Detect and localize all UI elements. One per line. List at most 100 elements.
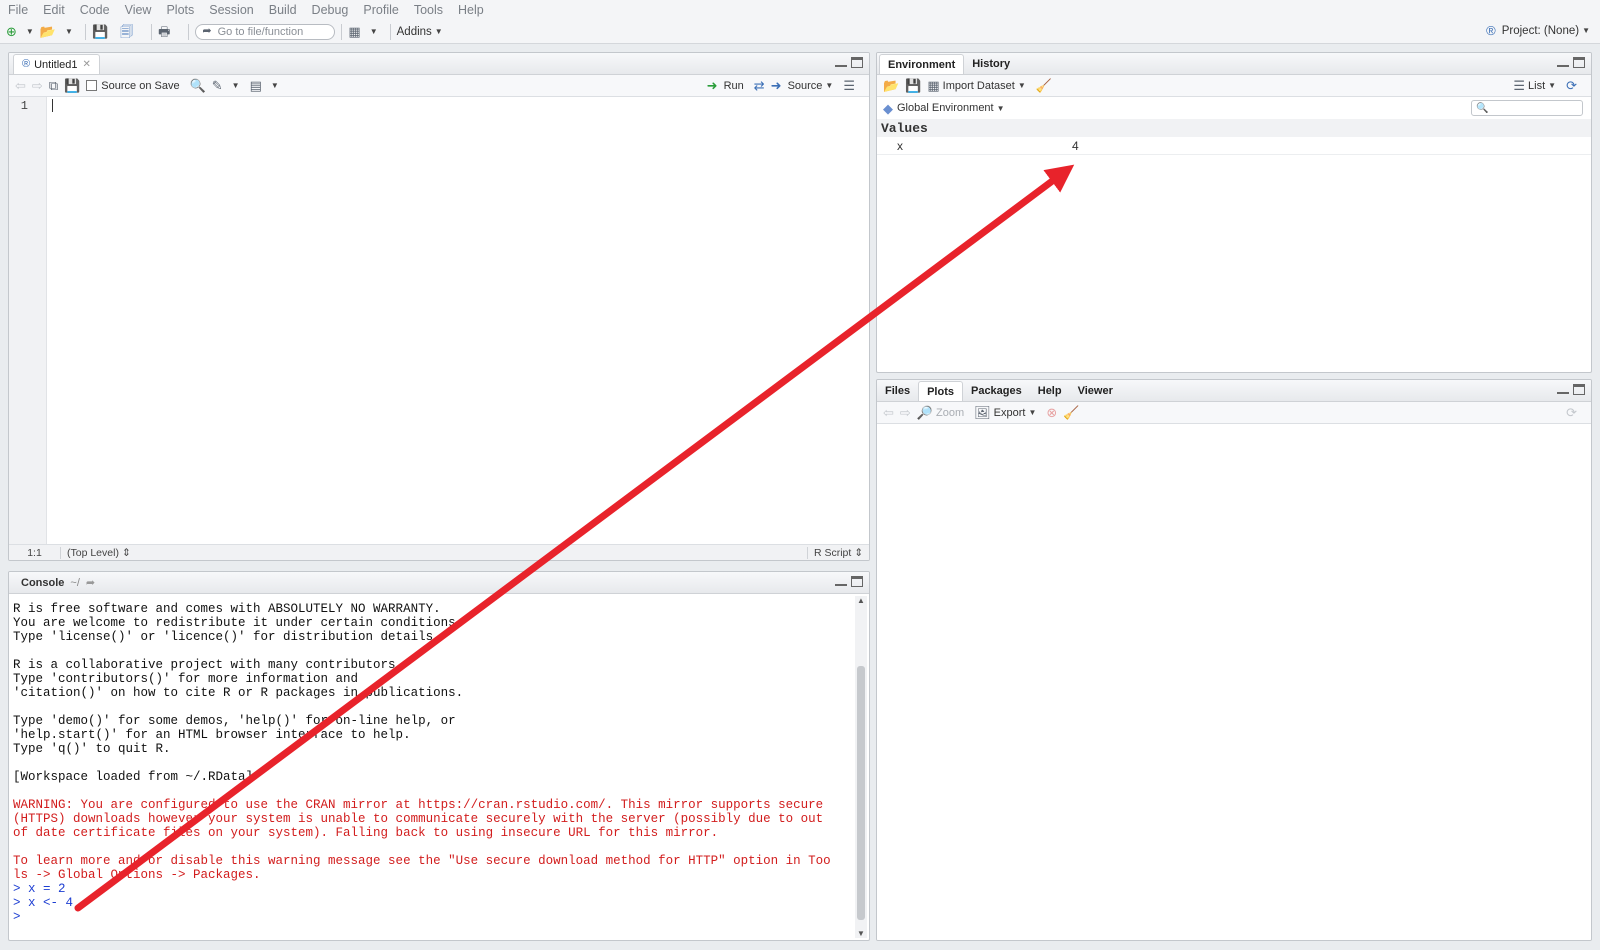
tab-history[interactable]: History (964, 54, 1018, 74)
show-in-window-icon[interactable]: ⧉ (49, 79, 58, 92)
search-icon[interactable]: 🔍 (190, 79, 206, 92)
chevron-down-icon: ▼ (996, 103, 1005, 113)
back-arrow-icon[interactable]: ⇦ (15, 79, 26, 92)
menu-session[interactable]: Session (209, 3, 253, 17)
run-button[interactable]: ➜ Run (707, 79, 744, 92)
global-environment-selector[interactable]: ◆ Global Environment ▼ (883, 102, 1005, 115)
remove-plot-icon[interactable]: ⊗ (1046, 406, 1057, 419)
maximize-pane-button[interactable] (1573, 384, 1585, 395)
go-to-directory-icon[interactable]: ➦ (86, 576, 95, 589)
refresh-icon[interactable]: ⟳ (1566, 79, 1577, 92)
menu-plots[interactable]: Plots (166, 3, 194, 17)
console-output-line: Type 'license()' or 'licence()' for dist… (13, 630, 441, 644)
maximize-pane-button[interactable] (851, 57, 863, 68)
tab-files[interactable]: Files (877, 381, 918, 401)
forward-arrow-icon[interactable]: ⇨ (32, 79, 43, 92)
variable-value: 4 (1072, 138, 1079, 153)
rerun-icon[interactable]: ⇄ (754, 79, 765, 92)
menu-profile[interactable]: Profile (363, 3, 398, 17)
chevron-down-icon: ▼ (1017, 81, 1026, 90)
import-dataset-button[interactable]: ▦ Import Dataset ▼ (927, 79, 1025, 92)
source-on-save-checkbox[interactable]: Source on Save (86, 80, 180, 92)
console-tab[interactable]: Console (21, 577, 64, 589)
console-warning-line: ls -> Global Options -> Packages. (13, 868, 261, 882)
refresh-icon[interactable]: ⟳ (1566, 406, 1577, 419)
close-icon[interactable]: ✕ (83, 59, 91, 70)
values-heading: Values (877, 119, 1591, 137)
new-file-button[interactable]: ⊕ ▼ (6, 22, 34, 42)
console-pane: Console ~/ ➦ R is free software and come… (8, 571, 870, 941)
source-button[interactable]: ➜ Source ▼ (771, 79, 834, 92)
open-file-button[interactable]: 📂 ▼ (40, 22, 73, 42)
outline-icon[interactable]: ☰ (843, 79, 855, 92)
addins-button[interactable]: Addins ▼ (397, 22, 443, 42)
code-editor-area[interactable] (48, 97, 869, 544)
console-output-line: Type 'q()' to quit R. (13, 742, 171, 756)
print-button[interactable]: 🖶 (158, 22, 176, 42)
broom-icon[interactable]: 🧹 (1036, 79, 1052, 92)
menu-view[interactable]: View (125, 3, 152, 17)
tab-viewer[interactable]: Viewer (1070, 381, 1121, 401)
checkbox[interactable] (86, 80, 98, 91)
project-menu[interactable]: ® Project: (None) ▼ (1486, 24, 1590, 37)
scope-indicator[interactable]: (Top Level) ⇕ (67, 547, 131, 559)
minimize-pane-button[interactable] (1557, 57, 1569, 67)
save-button[interactable]: 💾 (92, 22, 114, 42)
chevron-down-icon[interactable]: ▼ (232, 81, 240, 90)
tab-plots[interactable]: Plots (918, 381, 963, 401)
minimize-pane-button[interactable] (835, 576, 847, 586)
environment-scope-bar: ◆ Global Environment ▼ 🔍 (877, 97, 1591, 119)
menu-build[interactable]: Build (269, 3, 297, 17)
save-icon[interactable]: 💾 (64, 79, 80, 92)
save-all-button[interactable]: 🗐 (120, 22, 139, 42)
minimize-pane-button[interactable] (835, 57, 847, 67)
scroll-down-icon[interactable]: ▼ (857, 929, 865, 938)
menu-file[interactable]: File (8, 3, 28, 17)
zoom-button[interactable]: 🔎 Zoom (917, 406, 964, 419)
files-plots-pane: Files Plots Packages Help Viewer ⇦ ⇨ 🔎 Zo… (876, 379, 1592, 941)
menu-help[interactable]: Help (458, 3, 484, 17)
files-tab-bar: Files Plots Packages Help Viewer (877, 380, 1591, 402)
environment-search-input[interactable]: 🔍 (1471, 100, 1583, 116)
scroll-thumb[interactable] (857, 666, 865, 920)
goto-file-function-input[interactable]: ➦ Go to file/function (195, 23, 336, 40)
list-view-button[interactable]: ☰ List ▼ (1513, 79, 1556, 92)
console-scrollbar[interactable]: ▲ ▼ (855, 596, 867, 938)
chevron-down-icon: ▼ (25, 27, 34, 36)
menu-tools[interactable]: Tools (414, 3, 443, 17)
console-output-line: You are welcome to redistribute it under… (13, 616, 464, 630)
maximize-pane-button[interactable] (1573, 57, 1585, 68)
export-button[interactable]: 🖼 Export ▼ (974, 406, 1036, 419)
source-editor-pane: ® Untitled1 ✕ ⇦ ⇨ ⧉ 💾 Source on Save 🔍 ✎… (8, 52, 870, 561)
menu-edit[interactable]: Edit (43, 3, 65, 17)
compile-report-icon[interactable]: ▤ (250, 79, 262, 92)
print-icon: 🖶 (158, 24, 171, 39)
workspace-panes-button[interactable]: ▦ ▼ (348, 22, 377, 42)
console-output[interactable]: R is free software and comes with ABSOLU… (13, 596, 853, 940)
main-toolbar: ⊕ ▼ 📂 ▼ 💾 🗐 🖶 ➦ Go to file/function ▦ ▼ Addi… (0, 20, 1600, 44)
chevron-down-icon[interactable]: ▼ (271, 81, 279, 90)
maximize-pane-button[interactable] (851, 576, 863, 587)
console-warning-line: of date certificate files on your system… (13, 826, 719, 840)
menu-debug[interactable]: Debug (312, 3, 349, 17)
back-arrow-icon[interactable]: ⇦ (883, 406, 894, 419)
console-output-line: R is free software and comes with ABSOLU… (13, 602, 441, 616)
menu-code[interactable]: Code (80, 3, 110, 17)
magic-wand-icon[interactable]: ✎ (212, 79, 223, 92)
tab-environment[interactable]: Environment (879, 54, 965, 74)
save-icon[interactable]: 💾 (905, 79, 921, 92)
tab-packages[interactable]: Packages (963, 381, 1030, 401)
minimize-pane-button[interactable] (1557, 384, 1569, 394)
table-icon: ▦ (927, 78, 940, 93)
console-warning-line: (HTTPS) downloads however your system is… (13, 812, 824, 826)
tab-help[interactable]: Help (1030, 381, 1070, 401)
load-workspace-icon[interactable]: 📂 (883, 79, 899, 92)
broom-icon[interactable]: 🧹 (1063, 406, 1079, 419)
forward-arrow-icon[interactable]: ⇨ (900, 406, 911, 419)
tab-untitled1[interactable]: ® Untitled1 ✕ (13, 54, 100, 74)
scroll-up-icon[interactable]: ▲ (857, 596, 865, 605)
folder-open-icon: 📂 (39, 24, 57, 39)
env-variable-row[interactable]: x 4 (877, 137, 1591, 155)
file-type-selector[interactable]: R Script ⇕ (806, 546, 863, 559)
